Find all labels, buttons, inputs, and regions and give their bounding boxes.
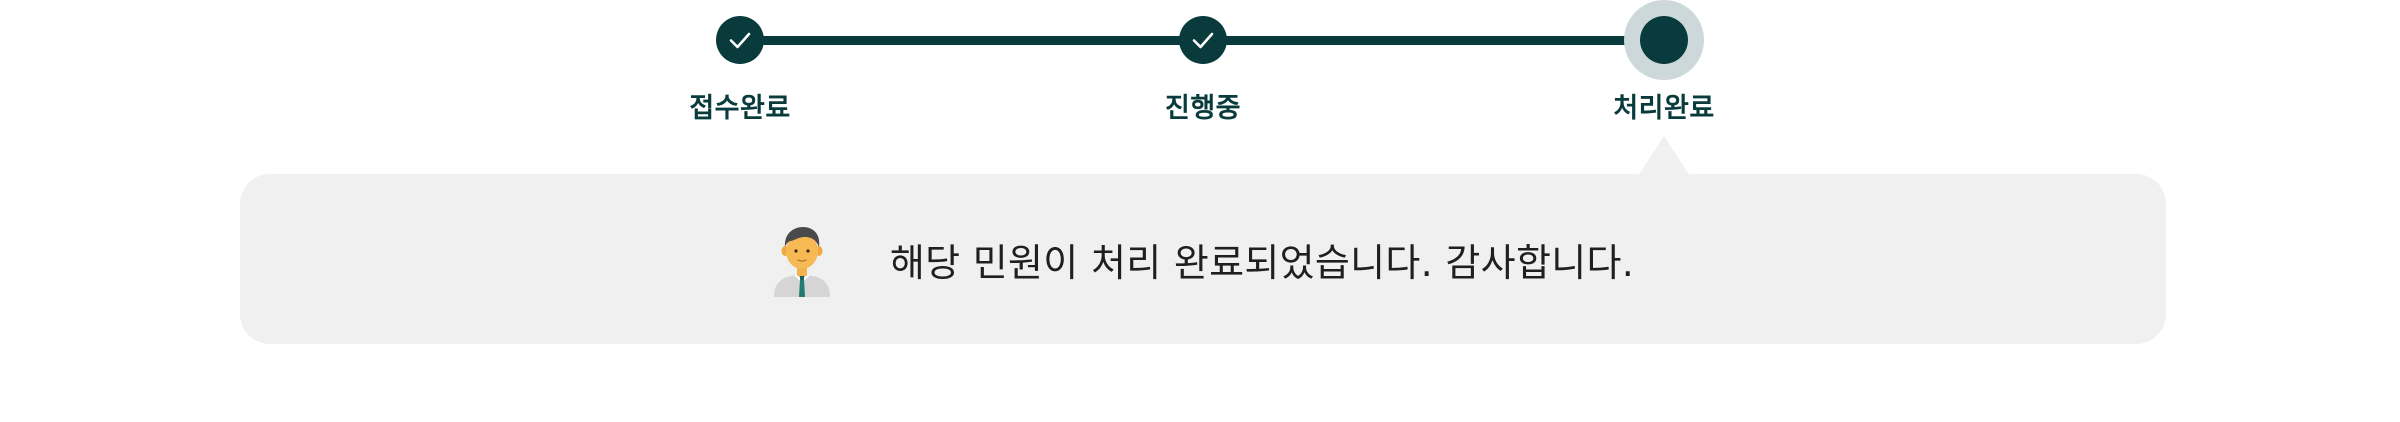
- official-avatar-icon: [773, 227, 830, 297]
- step-complete-marker: [716, 16, 764, 64]
- step-label: 접수완료: [689, 93, 791, 124]
- progress-connector-1: [740, 36, 1200, 45]
- current-step-marker: [1640, 16, 1688, 64]
- progress-stepper: 접수완료 진행중 처리완료: [0, 0, 2400, 140]
- callout-pointer: [1638, 136, 1690, 176]
- complaint-status-panel: 접수완료 진행중 처리완료 해당 민원이 처리 완료되었습니다. 감사합니다.: [0, 0, 2400, 422]
- status-message-box: 해당 민원이 처리 완료되었습니다. 감사합니다.: [240, 174, 2166, 344]
- check-icon: [729, 32, 751, 49]
- step-complete-marker: [1179, 16, 1227, 64]
- step-label: 처리완료: [1613, 93, 1715, 124]
- progress-connector-2: [1203, 36, 1661, 45]
- check-icon: [1192, 32, 1214, 49]
- step-label: 진행중: [1164, 93, 1242, 124]
- status-message-text: 해당 민원이 처리 완료되었습니다. 감사합니다.: [889, 240, 1635, 285]
